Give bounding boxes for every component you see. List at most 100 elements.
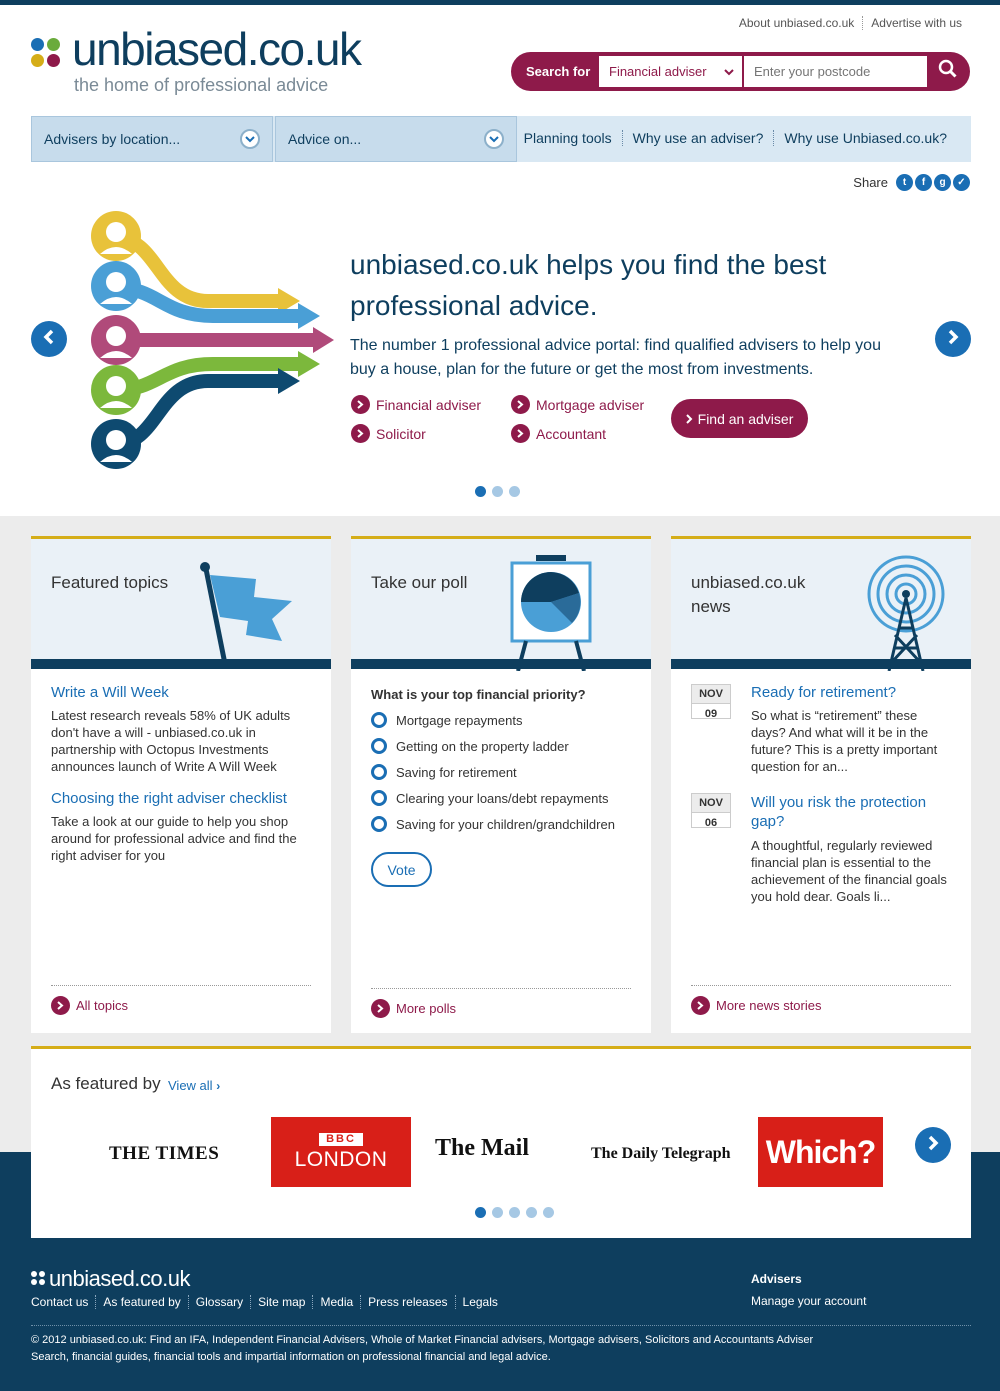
- dropdown-label: Advisers by location...: [44, 131, 181, 147]
- more-news-link[interactable]: More news stories: [691, 985, 951, 1015]
- poll-question: What is your top financial priority?: [371, 687, 586, 702]
- radio-button[interactable]: [371, 764, 387, 780]
- hero-link-solicitor[interactable]: Solicitor: [351, 424, 426, 443]
- news-summary: So what is “retirement” these days? And …: [751, 708, 938, 774]
- chevron-right-icon: [511, 424, 530, 443]
- hero-link-mortgage-adviser[interactable]: Mortgage adviser: [511, 395, 644, 414]
- poll-option[interactable]: Mortgage repayments: [371, 712, 631, 728]
- panel-header: unbiased.co.uk news: [671, 539, 971, 671]
- footer-link-label: More news stories: [716, 998, 822, 1013]
- news-title-link[interactable]: Ready for retirement?: [751, 684, 951, 701]
- adviser-type-value: Financial adviser: [609, 64, 707, 79]
- date-month: NOV: [692, 685, 730, 704]
- broadcast-tower-icon: [867, 555, 945, 671]
- hero-link-financial-adviser[interactable]: Financial adviser: [351, 395, 481, 414]
- pagination-dot[interactable]: [475, 486, 486, 497]
- poll-option[interactable]: Clearing your loans/debt repayments: [371, 790, 631, 806]
- chevron-down-icon: [724, 64, 734, 79]
- chevron-down-icon: [240, 129, 260, 149]
- facebook-icon[interactable]: f: [915, 174, 932, 191]
- footer-links: Contact us As featured by Glossary Site …: [31, 1295, 505, 1309]
- panel-title: Take our poll: [371, 573, 468, 592]
- more-polls-link[interactable]: More polls: [371, 988, 631, 1018]
- the-times-logo: THE TIMES: [109, 1143, 220, 1164]
- news-item: NOV 06 Will you risk the protection gap?…: [691, 793, 951, 905]
- radio-button[interactable]: [371, 738, 387, 754]
- footer-logo[interactable]: unbiased.co.uk: [49, 1266, 191, 1292]
- nav-planning-tools[interactable]: Planning tools: [514, 130, 622, 146]
- nav-why-adviser[interactable]: Why use an adviser?: [621, 130, 774, 146]
- twitter-icon[interactable]: t: [896, 174, 913, 191]
- vote-button[interactable]: Vote: [371, 852, 432, 887]
- all-topics-link[interactable]: All topics: [51, 985, 311, 1015]
- advisers-illustration: [91, 211, 334, 469]
- footer-link-sitemap[interactable]: Site map: [250, 1295, 312, 1309]
- logo-dots-icon[interactable]: [31, 38, 61, 68]
- hero-next-button[interactable]: [935, 321, 971, 357]
- topic-link-will-week[interactable]: Write a Will Week: [51, 684, 311, 701]
- panel-title: Featured topics: [51, 573, 169, 592]
- adviser-type-select[interactable]: Financial adviser: [599, 56, 744, 87]
- share-bar: Share t f g ✓: [853, 174, 970, 191]
- pagination-dot[interactable]: [492, 486, 503, 497]
- hero-prev-button[interactable]: [31, 321, 67, 357]
- manage-account-link[interactable]: Manage your account: [751, 1294, 866, 1308]
- date-badge: NOV 09: [691, 684, 731, 720]
- advice-on-dropdown[interactable]: Advice on...: [275, 116, 517, 162]
- pagination-dot[interactable]: [509, 1207, 520, 1218]
- pagination-dot[interactable]: [526, 1207, 537, 1218]
- about-link[interactable]: About unbiased.co.uk: [731, 16, 862, 30]
- poll-option[interactable]: Saving for retirement: [371, 764, 631, 780]
- radio-button[interactable]: [371, 790, 387, 806]
- logos-pagination: [472, 1207, 557, 1218]
- hero-pagination: [472, 486, 523, 497]
- find-adviser-button[interactable]: Find an adviser: [671, 399, 808, 438]
- advisers-by-location-dropdown[interactable]: Advisers by location...: [31, 116, 273, 162]
- search-button[interactable]: [929, 53, 967, 91]
- chevron-right-icon: [946, 329, 960, 350]
- hero-link-label: Financial adviser: [376, 396, 482, 413]
- hero-link-accountant[interactable]: Accountant: [511, 424, 606, 443]
- pagination-dot[interactable]: [543, 1207, 554, 1218]
- poll-panel: Take our poll What is your top financial…: [351, 536, 651, 1033]
- google-plus-icon[interactable]: g: [934, 174, 951, 191]
- footer-link-glossary[interactable]: Glossary: [187, 1295, 250, 1309]
- footer-link-legals[interactable]: Legals: [454, 1295, 505, 1309]
- topic-summary: Latest research reveals 58% of UK adults…: [51, 708, 291, 774]
- footer-link-contact[interactable]: Contact us: [31, 1295, 95, 1309]
- footer-link-media[interactable]: Media: [312, 1295, 360, 1309]
- view-all-link[interactable]: View all ›: [168, 1078, 220, 1093]
- pagination-dot[interactable]: [492, 1207, 503, 1218]
- search-bar: Search for Financial adviser: [511, 52, 970, 91]
- footer-link-featured[interactable]: As featured by: [95, 1295, 187, 1309]
- main-nav: Advisers by location... Advice on... Pla…: [31, 116, 971, 162]
- news-title-link[interactable]: Will you risk the protection gap?: [751, 793, 951, 831]
- logos-next-button[interactable]: [915, 1127, 951, 1163]
- dropdown-label: Advice on...: [288, 131, 362, 147]
- topic-link-adviser-checklist[interactable]: Choosing the right adviser checklist: [51, 790, 311, 807]
- news-summary: A thoughtful, regularly reviewed financi…: [751, 838, 947, 904]
- postcode-input[interactable]: [744, 56, 927, 87]
- pagination-dot[interactable]: [509, 486, 520, 497]
- daily-telegraph-logo: The Daily Telegraph: [591, 1145, 731, 1162]
- advertise-link[interactable]: Advertise with us: [862, 16, 970, 30]
- news-panel: unbiased.co.uk news NOV 09 Ready for ret…: [671, 536, 971, 1033]
- radio-button[interactable]: [371, 712, 387, 728]
- poll-option[interactable]: Saving for your children/grandchildren: [371, 816, 631, 832]
- footer-logo-dots-icon: [31, 1271, 45, 1285]
- email-icon[interactable]: ✓: [953, 174, 970, 191]
- flag-icon: [200, 562, 292, 669]
- poll-option-label: Getting on the property ladder: [396, 738, 569, 754]
- find-adviser-label: Find an adviser: [697, 410, 794, 427]
- nav-why-unbiased[interactable]: Why use Unbiased.co.uk?: [773, 130, 957, 146]
- share-label: Share: [853, 175, 888, 190]
- pagination-dot[interactable]: [475, 1207, 486, 1218]
- logo-wordmark[interactable]: unbiased.co.uk: [72, 22, 362, 76]
- hero-link-label: Mortgage adviser: [536, 396, 645, 413]
- topic-summary: Take a look at our guide to help you sho…: [51, 814, 297, 863]
- top-accent-bar: [0, 0, 1000, 5]
- poll-option[interactable]: Getting on the property ladder: [371, 738, 631, 754]
- poll-option-label: Saving for retirement: [396, 764, 517, 780]
- radio-button[interactable]: [371, 816, 387, 832]
- footer-link-press[interactable]: Press releases: [360, 1295, 454, 1309]
